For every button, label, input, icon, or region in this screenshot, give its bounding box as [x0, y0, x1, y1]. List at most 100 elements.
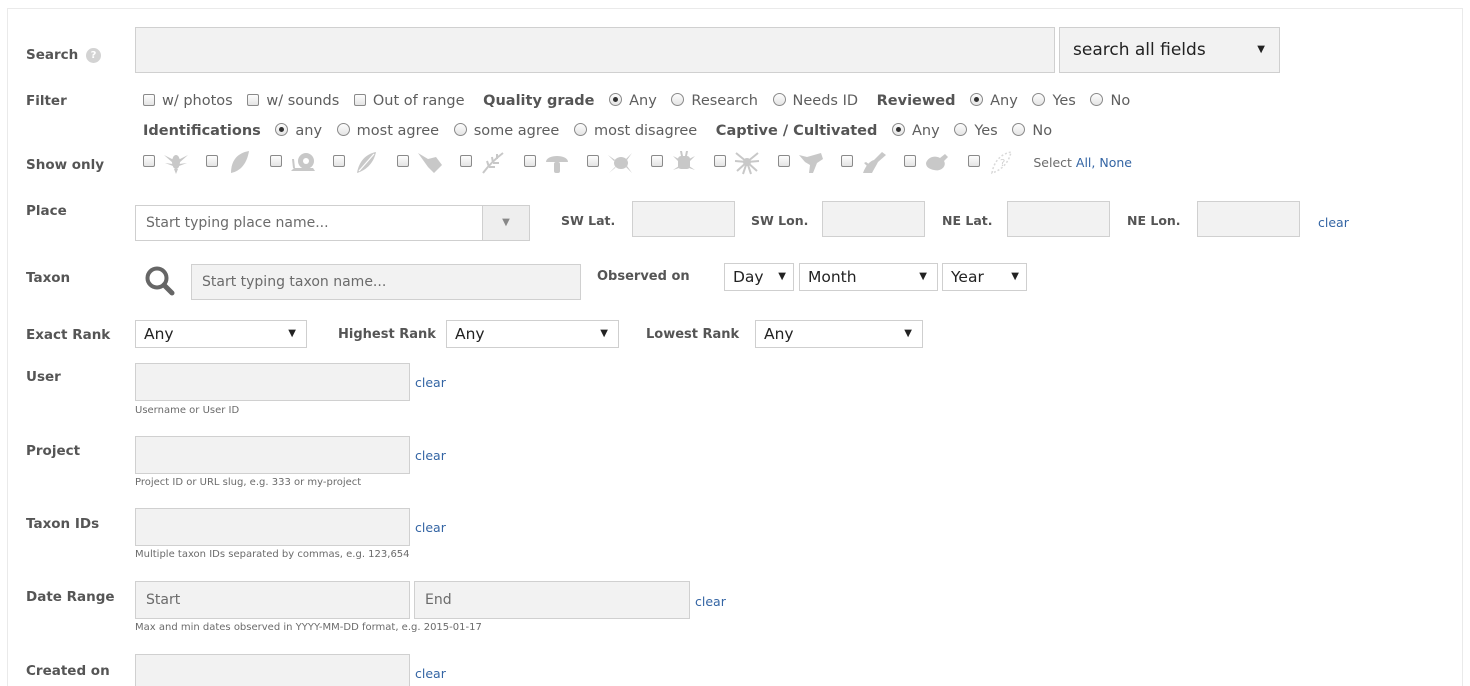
captive-any-radio[interactable] [892, 123, 906, 136]
taxon-toggle-insects[interactable] [650, 149, 698, 175]
amphibians-checkbox[interactable] [587, 155, 600, 167]
captive-any-option[interactable]: Any [892, 123, 940, 139]
insects-checkbox[interactable] [650, 155, 663, 167]
out-of-range-checkbox[interactable] [353, 94, 366, 106]
select-all-link[interactable]: All, [1076, 155, 1095, 170]
taxon-toggle-plantae[interactable] [460, 149, 507, 175]
reptiles-checkbox[interactable] [840, 155, 853, 167]
ferns-checkbox[interactable] [333, 155, 346, 167]
filter-sounds-option[interactable]: w/ sounds [247, 93, 339, 109]
ident-most-agree-option[interactable]: most agree [336, 123, 439, 139]
unknown-checkbox[interactable] [967, 155, 980, 167]
ident-any-radio[interactable] [275, 123, 289, 136]
quality-any-radio[interactable] [609, 93, 623, 106]
reviewed-any-radio[interactable] [970, 93, 984, 106]
fish-checkbox[interactable] [396, 155, 409, 167]
reptile-icon [862, 152, 886, 173]
project-clear-link[interactable]: clear [415, 448, 446, 463]
reviewed-yes-option[interactable]: Yes [1032, 93, 1076, 109]
quality-research-label: Research [691, 93, 758, 109]
quality-needs-id-radio[interactable] [772, 93, 786, 106]
search-label: Search ? [26, 47, 101, 63]
exact-rank-select[interactable]: Any ▼ [135, 320, 307, 348]
mushroom-icon [545, 156, 568, 173]
select-none-link[interactable]: None [1099, 155, 1132, 170]
observed-day-select[interactable]: Day ▼ [724, 263, 794, 291]
arachnids-checkbox[interactable] [714, 155, 727, 167]
date-range-start-input[interactable]: Start [135, 581, 410, 619]
ne-lon-input[interactable] [1197, 201, 1300, 237]
quality-needs-id-option[interactable]: Needs ID [772, 93, 858, 109]
highest-rank-select[interactable]: Any ▼ [446, 320, 619, 348]
reviewed-yes-radio[interactable] [1032, 93, 1046, 106]
place-input[interactable]: Start typing place name... [135, 205, 483, 241]
sounds-checkbox[interactable] [247, 94, 260, 106]
mollusks-checkbox[interactable] [269, 155, 282, 167]
ident-some-agree-radio[interactable] [453, 123, 467, 136]
taxon-toggle-reptiles[interactable] [840, 149, 888, 175]
birds-checkbox[interactable] [143, 155, 155, 167]
search-icon[interactable] [143, 264, 177, 298]
observed-month-select[interactable]: Month ▼ [799, 263, 938, 291]
taxon-toggle-plants[interactable] [206, 149, 253, 175]
user-input[interactable] [135, 363, 410, 401]
search-scope-select[interactable]: search all fields ▼ [1059, 27, 1280, 73]
ident-most-disagree-radio[interactable] [573, 123, 587, 136]
reviewed-any-option[interactable]: Any [970, 93, 1018, 109]
captive-yes-option[interactable]: Yes [954, 123, 998, 139]
captive-yes-radio[interactable] [954, 123, 968, 136]
show-only-label: Show only [26, 157, 105, 173]
svg-text:?: ? [1000, 158, 1005, 169]
filter-photos-option[interactable]: w/ photos [143, 93, 233, 109]
captive-no-option[interactable]: No [1012, 123, 1052, 139]
reviewed-no-radio[interactable] [1090, 93, 1104, 106]
taxon-toggle-protozoa[interactable] [904, 149, 951, 175]
sw-lon-input[interactable] [822, 201, 925, 237]
observed-year-select[interactable]: Year ▼ [942, 263, 1027, 291]
created-on-clear-link[interactable]: clear [415, 666, 446, 681]
date-range-help-text: Max and min dates observed in YYYY-MM-DD… [135, 622, 482, 633]
created-on-input[interactable] [135, 654, 410, 686]
mammals-checkbox[interactable] [777, 155, 790, 167]
taxon-toggle-mammals[interactable] [777, 149, 825, 175]
filter-out-of-range-option[interactable]: Out of range [353, 93, 465, 109]
ident-most-disagree-option[interactable]: most disagree [573, 123, 697, 139]
date-range-end-input[interactable]: End [414, 581, 690, 619]
taxon-toggle-unknown[interactable]: ? [967, 149, 1015, 175]
project-input[interactable] [135, 436, 410, 474]
ident-most-agree-radio[interactable] [336, 123, 350, 136]
taxon-toggle-fish[interactable] [396, 149, 444, 175]
fungi-checkbox[interactable] [523, 155, 536, 167]
user-clear-link[interactable]: clear [415, 375, 446, 390]
taxon-toggle-ferns[interactable] [333, 149, 380, 175]
protozoa-checkbox[interactable] [904, 155, 917, 167]
taxon-ids-input[interactable] [135, 508, 410, 546]
taxon-toggle-fungi[interactable] [523, 149, 571, 175]
reviewed-no-option[interactable]: No [1090, 93, 1130, 109]
date-range-clear-link[interactable]: clear [695, 594, 726, 609]
quality-research-option[interactable]: Research [671, 93, 758, 109]
taxon-toggle-arachnids[interactable] [714, 149, 761, 175]
place-clear-link[interactable]: clear [1318, 215, 1349, 230]
taxon-ids-clear-link[interactable]: clear [415, 520, 446, 535]
captive-no-radio[interactable] [1012, 123, 1026, 136]
lowest-rank-select[interactable]: Any ▼ [755, 320, 923, 348]
question-circle-icon[interactable]: ? [85, 48, 101, 63]
quality-any-option[interactable]: Any [609, 93, 657, 109]
plants-checkbox[interactable] [206, 155, 219, 167]
ident-any-option[interactable]: any [275, 123, 322, 139]
select-all-none: Select All, None [1033, 155, 1132, 170]
ne-lat-input[interactable] [1007, 201, 1110, 237]
taxon-toggle-amphibians[interactable] [587, 149, 634, 175]
taxon-toggle-birds[interactable] [143, 149, 190, 175]
photos-checkbox[interactable] [143, 94, 155, 106]
ne-lat-label: NE Lat. [942, 213, 993, 228]
taxon-input[interactable]: Start typing taxon name... [191, 264, 581, 300]
sw-lat-input[interactable] [632, 201, 735, 237]
quality-research-radio[interactable] [671, 93, 685, 106]
taxon-toggle-mollusks[interactable] [269, 149, 317, 175]
ident-some-agree-option[interactable]: some agree [453, 123, 559, 139]
place-dropdown-button[interactable]: ▼ [482, 205, 530, 241]
plantae-checkbox[interactable] [460, 155, 473, 167]
search-input[interactable] [135, 27, 1055, 73]
